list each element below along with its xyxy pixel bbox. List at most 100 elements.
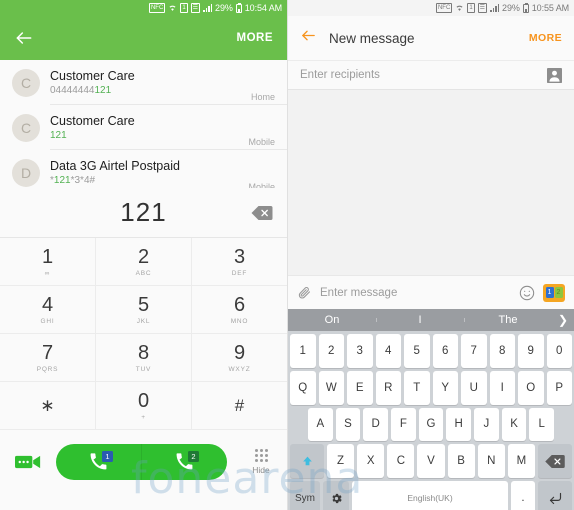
- message-status-bar: NFC 1 ☰ 29% 10:55 AM: [288, 0, 574, 16]
- list-item[interactable]: C Customer Care 121 Mobile: [0, 105, 287, 150]
- suggestion-2[interactable]: The: [464, 314, 552, 326]
- key-w[interactable]: W: [318, 370, 344, 405]
- gear-icon[interactable]: [323, 481, 349, 510]
- dial-keypad: 1 ∞ 2 ABC 3 DEF 4 GHI 5 JKL 6 MNO 7 PQRS 8 TUV 9…: [0, 238, 287, 430]
- attachment-icon[interactable]: [297, 285, 312, 300]
- suggestion-0[interactable]: On: [288, 314, 376, 326]
- key-k[interactable]: K: [501, 407, 527, 442]
- space-key[interactable]: English(UK): [352, 481, 508, 510]
- keypad-key-4[interactable]: 4 GHI: [0, 286, 96, 334]
- key-s[interactable]: S: [335, 407, 361, 442]
- emoji-icon[interactable]: [519, 285, 535, 301]
- recipients-input[interactable]: Enter recipients: [300, 69, 380, 81]
- dialer-more-button[interactable]: MORE: [237, 32, 274, 44]
- key-4[interactable]: 4: [375, 334, 401, 368]
- key-1[interactable]: 1: [290, 334, 316, 368]
- key-o[interactable]: O: [518, 370, 544, 405]
- key-a[interactable]: A: [307, 407, 333, 442]
- key-r[interactable]: R: [375, 370, 401, 405]
- keypad-key-star[interactable]: ∗: [0, 382, 96, 430]
- sim-card-icon: 1: [180, 3, 188, 13]
- suggestion-1[interactable]: I: [376, 314, 464, 326]
- key-f[interactable]: F: [391, 407, 416, 442]
- call-sim2-button[interactable]: 2: [142, 444, 227, 480]
- key-p[interactable]: P: [546, 370, 572, 405]
- keypad-key-3[interactable]: 3 DEF: [192, 238, 287, 286]
- backspace-icon[interactable]: [251, 205, 273, 220]
- key-5[interactable]: 5: [404, 334, 430, 368]
- back-arrow-icon[interactable]: [300, 27, 317, 49]
- key-plus: +: [141, 413, 146, 421]
- keypad-key-7[interactable]: 7 PQRS: [0, 334, 96, 382]
- key-x[interactable]: X: [357, 444, 385, 479]
- key-u[interactable]: U: [461, 370, 487, 405]
- key-9[interactable]: 9: [518, 334, 544, 368]
- keyboard-row-numbers: 1 2 3 4 5 6 7 8 9 0: [290, 334, 572, 368]
- key-2[interactable]: 2: [318, 334, 344, 368]
- contact-name: Customer Care: [50, 113, 135, 128]
- key-digit: 1: [41, 245, 54, 268]
- battery-icon: [522, 2, 529, 13]
- key-h[interactable]: H: [446, 407, 472, 442]
- keypad-key-2[interactable]: 2 ABC: [96, 238, 192, 286]
- avatar: D: [12, 158, 40, 187]
- recipients-field-row: Enter recipients: [288, 60, 574, 90]
- keypad-row: 4 GHI 5 JKL 6 MNO: [0, 286, 287, 334]
- message-input-bar: Enter message 1 2: [288, 275, 574, 309]
- key-e[interactable]: E: [347, 370, 373, 405]
- sim2-label: 2: [554, 287, 563, 298]
- list-item[interactable]: C Customer Care 04444444121 Home: [0, 60, 287, 105]
- key-digit: 5: [137, 293, 150, 316]
- message-more-button[interactable]: MORE: [529, 32, 562, 44]
- key-letters: WXYZ: [228, 365, 251, 373]
- key-3[interactable]: 3: [347, 334, 373, 368]
- key-l[interactable]: L: [529, 407, 555, 442]
- call-sim1-button[interactable]: 1: [56, 444, 141, 480]
- key-digit: 7: [41, 341, 54, 364]
- key-q[interactable]: Q: [290, 370, 316, 405]
- message-input[interactable]: Enter message: [320, 287, 511, 299]
- list-item[interactable]: D Data 3G Airtel Postpaid *121*3*4# Mobi…: [0, 150, 287, 188]
- signal-bars-2-icon: [490, 4, 500, 12]
- key-n[interactable]: N: [477, 444, 505, 479]
- enter-icon[interactable]: [538, 481, 572, 510]
- keypad-key-9[interactable]: 9 WXYZ: [192, 334, 287, 382]
- video-call-icon[interactable]: [0, 454, 56, 470]
- dual-sim-icon[interactable]: 1 2: [543, 283, 565, 302]
- battery-icon: [235, 2, 242, 13]
- symbols-key[interactable]: Sym: [290, 481, 320, 510]
- back-arrow-icon[interactable]: [14, 28, 34, 48]
- key-z[interactable]: Z: [327, 444, 355, 479]
- keypad-key-hash[interactable]: #: [192, 382, 287, 430]
- key-v[interactable]: V: [417, 444, 445, 479]
- contact-picker-icon[interactable]: [547, 67, 562, 83]
- chevron-right-icon[interactable]: ❯: [552, 313, 574, 327]
- key-8[interactable]: 8: [489, 334, 515, 368]
- key-0[interactable]: 0: [546, 334, 572, 368]
- key-digit: 6: [233, 293, 246, 316]
- signal-bars-icon: ☰: [477, 3, 488, 13]
- shift-arrow-icon[interactable]: [290, 444, 324, 479]
- key-j[interactable]: J: [474, 407, 499, 442]
- keypad-key-0[interactable]: 0 +: [96, 382, 192, 430]
- hide-keypad-button[interactable]: Hide: [235, 448, 287, 475]
- key-i[interactable]: I: [489, 370, 515, 405]
- key-d[interactable]: D: [363, 407, 388, 442]
- key-m[interactable]: M: [507, 444, 535, 479]
- key-c[interactable]: C: [387, 444, 415, 479]
- key-digit: 4: [41, 293, 54, 316]
- key-y[interactable]: Y: [432, 370, 458, 405]
- key-t[interactable]: T: [404, 370, 430, 405]
- keypad-key-1[interactable]: 1 ∞: [0, 238, 96, 286]
- backspace-icon[interactable]: [537, 444, 572, 479]
- keypad-key-6[interactable]: 6 MNO: [192, 286, 287, 334]
- period-key[interactable]: .: [511, 481, 535, 510]
- key-b[interactable]: B: [447, 444, 475, 479]
- dual-screenshot-container: NFC 1 ☰ 29% 10:54 AM MORE C Customer Car…: [0, 0, 574, 510]
- keypad-key-8[interactable]: 8 TUV: [96, 334, 192, 382]
- keyboard-row-home: A S D F G H J K L: [290, 407, 572, 442]
- key-7[interactable]: 7: [461, 334, 487, 368]
- key-g[interactable]: G: [418, 407, 444, 442]
- keypad-key-5[interactable]: 5 JKL: [96, 286, 192, 334]
- key-6[interactable]: 6: [432, 334, 458, 368]
